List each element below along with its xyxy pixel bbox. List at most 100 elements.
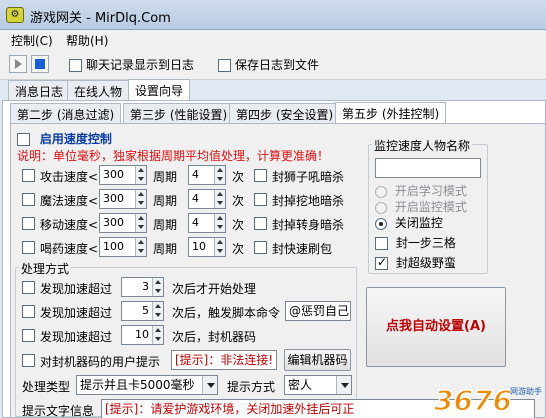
lock-fast-bag-label: 封快速刷包 — [272, 242, 333, 256]
handle-row3-suffix: 次后，封机器码 — [172, 330, 257, 344]
machine-prompt-input[interactable]: [提示]：非法连接! — [171, 350, 277, 370]
learn-mode-radio[interactable] — [375, 185, 387, 198]
svg-text:3676: 3676 — [434, 384, 512, 417]
lock-three-step-label: 封一步三格 — [395, 236, 456, 250]
move-speed-input[interactable]: 300 — [99, 213, 147, 233]
monitor-title: 监控速度人物名称 — [372, 137, 473, 154]
auto-setup-button[interactable]: 点我自动设置(A) — [366, 287, 506, 367]
tab-step-five[interactable]: 第五步 (外挂控制) — [335, 102, 447, 124]
site-watermark-logo: 3676 网游助手 — [428, 378, 546, 418]
speed-enable-option[interactable]: 启用速度控制 — [17, 130, 112, 147]
magic-period-input[interactable]: 4 — [188, 189, 226, 209]
lock-dig-label: 封掉挖地暗杀 — [272, 194, 345, 208]
magic-unit-label: 次 — [232, 194, 245, 208]
svg-text:网游助手: 网游助手 — [510, 386, 542, 396]
handle-row1-input[interactable]: 3 — [121, 277, 164, 297]
spinner-arrows-icon[interactable] — [214, 238, 225, 256]
handling-title: 处理方式 — [19, 260, 72, 277]
monitor-mode-option[interactable]: 开启监控模式 — [375, 198, 467, 215]
lock-super-charge-label: 封超级野蛮 — [395, 256, 456, 270]
magic-speed-checkbox[interactable] — [22, 193, 35, 206]
lock-dig-checkbox[interactable] — [254, 193, 267, 206]
attack-speed-checkbox[interactable] — [22, 169, 35, 182]
lock-three-step-checkbox[interactable] — [375, 237, 388, 250]
chat-log-checkbox[interactable] — [69, 59, 82, 72]
potion-speed-input[interactable]: 100 — [99, 237, 147, 257]
attack-speed-input[interactable]: 300 — [99, 165, 147, 185]
prompt-mode-select[interactable]: 密人 — [284, 375, 352, 395]
move-period-label: 周期 — [153, 218, 178, 232]
speed-enable-checkbox[interactable] — [17, 133, 30, 146]
lock-super-charge-checkbox[interactable] — [375, 255, 388, 270]
tab-message-log[interactable]: 消息日志 — [8, 80, 71, 100]
handle-row3-checkbox[interactable] — [22, 329, 35, 342]
tab-step-four[interactable]: 第四步 (安全设置) — [229, 103, 341, 123]
start-button[interactable] — [9, 55, 27, 73]
tab-step-two[interactable]: 第二步 (消息过滤) — [10, 103, 122, 123]
play-icon — [15, 59, 22, 69]
lock-super-charge-option[interactable]: 封超级野蛮 — [375, 254, 456, 271]
edit-machine-code-button[interactable]: 编辑机器码 — [284, 349, 351, 371]
spinner-arrows-icon[interactable] — [135, 214, 146, 232]
lock-turn-checkbox[interactable] — [254, 217, 267, 230]
save-log-checkbox[interactable] — [218, 59, 231, 72]
monitor-off-radio[interactable] — [375, 217, 387, 230]
tab-online-players[interactable]: 在线人物 — [67, 80, 130, 100]
handle-row1-suffix: 次后才开始处理 — [172, 282, 257, 296]
monitor-mode-label: 开启监控模式 — [394, 200, 467, 214]
spinner-arrows-icon[interactable] — [135, 238, 146, 256]
lock-lion-roar-checkbox[interactable] — [254, 169, 267, 182]
spinner-arrows-icon[interactable] — [214, 214, 225, 232]
handle-row1-checkbox[interactable] — [22, 281, 35, 294]
chat-log-option[interactable]: 聊天记录显示到日志 — [69, 56, 194, 73]
stop-button[interactable] — [31, 55, 49, 73]
handle-row3-prefix: 发现加速超过 — [40, 330, 113, 344]
move-speed-label: 移动速度< — [40, 218, 99, 232]
save-log-label: 保存日志到文件 — [235, 58, 320, 72]
handle-row3-input[interactable]: 10 — [121, 325, 164, 345]
lock-fast-bag-checkbox[interactable] — [254, 241, 267, 254]
move-period-input[interactable]: 4 — [188, 213, 226, 233]
tab-setup-wizard[interactable]: 设置向导 — [128, 79, 191, 101]
menu-help[interactable]: 帮助(H) — [66, 32, 108, 49]
tab-step-three[interactable]: 第三步 (性能设置) — [123, 103, 235, 123]
handle-row2-checkbox[interactable] — [22, 305, 35, 318]
monitor-name-input[interactable] — [375, 158, 481, 178]
watermark-icon: 3676 网游助手 — [433, 383, 542, 418]
stop-icon — [35, 59, 45, 69]
main-tabs: 消息日志 在线人物 设置向导 — [0, 79, 546, 101]
magic-speed-input[interactable]: 300 — [99, 189, 147, 209]
chevron-down-icon[interactable] — [336, 376, 351, 394]
spinner-arrows-icon[interactable] — [152, 278, 163, 296]
spinner-arrows-icon[interactable] — [135, 190, 146, 208]
chat-log-label: 聊天记录显示到日志 — [86, 58, 195, 72]
handle-row2-input[interactable]: 5 — [121, 301, 164, 321]
monitor-mode-radio[interactable] — [375, 201, 387, 214]
monitor-off-option[interactable]: 关闭监控 — [375, 214, 443, 231]
spinner-arrows-icon[interactable] — [214, 166, 225, 184]
handle-row2-prefix: 发现加速超过 — [40, 306, 113, 320]
spinner-arrows-icon[interactable] — [152, 302, 163, 320]
spinner-arrows-icon[interactable] — [152, 326, 163, 344]
spinner-arrows-icon[interactable] — [135, 166, 146, 184]
learn-mode-option[interactable]: 开启学习模式 — [375, 182, 467, 199]
prompt-text-label: 提示文字信息 — [22, 404, 95, 418]
handle-row2-suffix: 次后，触发脚本命令 — [172, 306, 281, 320]
attack-speed-label: 攻击速度< — [40, 170, 99, 184]
potion-period-input[interactable]: 10 — [188, 237, 226, 257]
spinner-arrows-icon[interactable] — [214, 190, 225, 208]
handling-type-select[interactable]: 提示并且卡5000毫秒 — [76, 375, 218, 395]
menu-control[interactable]: 控制(C) — [11, 32, 53, 49]
move-speed-checkbox[interactable] — [22, 217, 35, 230]
attack-period-input[interactable]: 4 — [188, 165, 226, 185]
lock-three-step-option[interactable]: 封一步三格 — [375, 234, 456, 251]
machine-prompt-checkbox[interactable] — [22, 354, 35, 367]
script-command-input[interactable]: @惩罚自己 — [285, 301, 351, 321]
speed-enable-label: 启用速度控制 — [39, 132, 112, 146]
potion-speed-checkbox[interactable] — [22, 241, 35, 254]
menu-bar: 控制(C) 帮助(H) — [0, 30, 546, 50]
wizard-panel: 启用速度控制 说明：单位毫秒，独家根据周期平均值处理，计算更准确！ 攻击速度< … — [10, 123, 546, 418]
save-log-option[interactable]: 保存日志到文件 — [218, 56, 319, 73]
chevron-down-icon[interactable] — [202, 376, 217, 394]
title-bar: ⚙ 游戏网关 - MirDlq.Com — [0, 0, 546, 30]
